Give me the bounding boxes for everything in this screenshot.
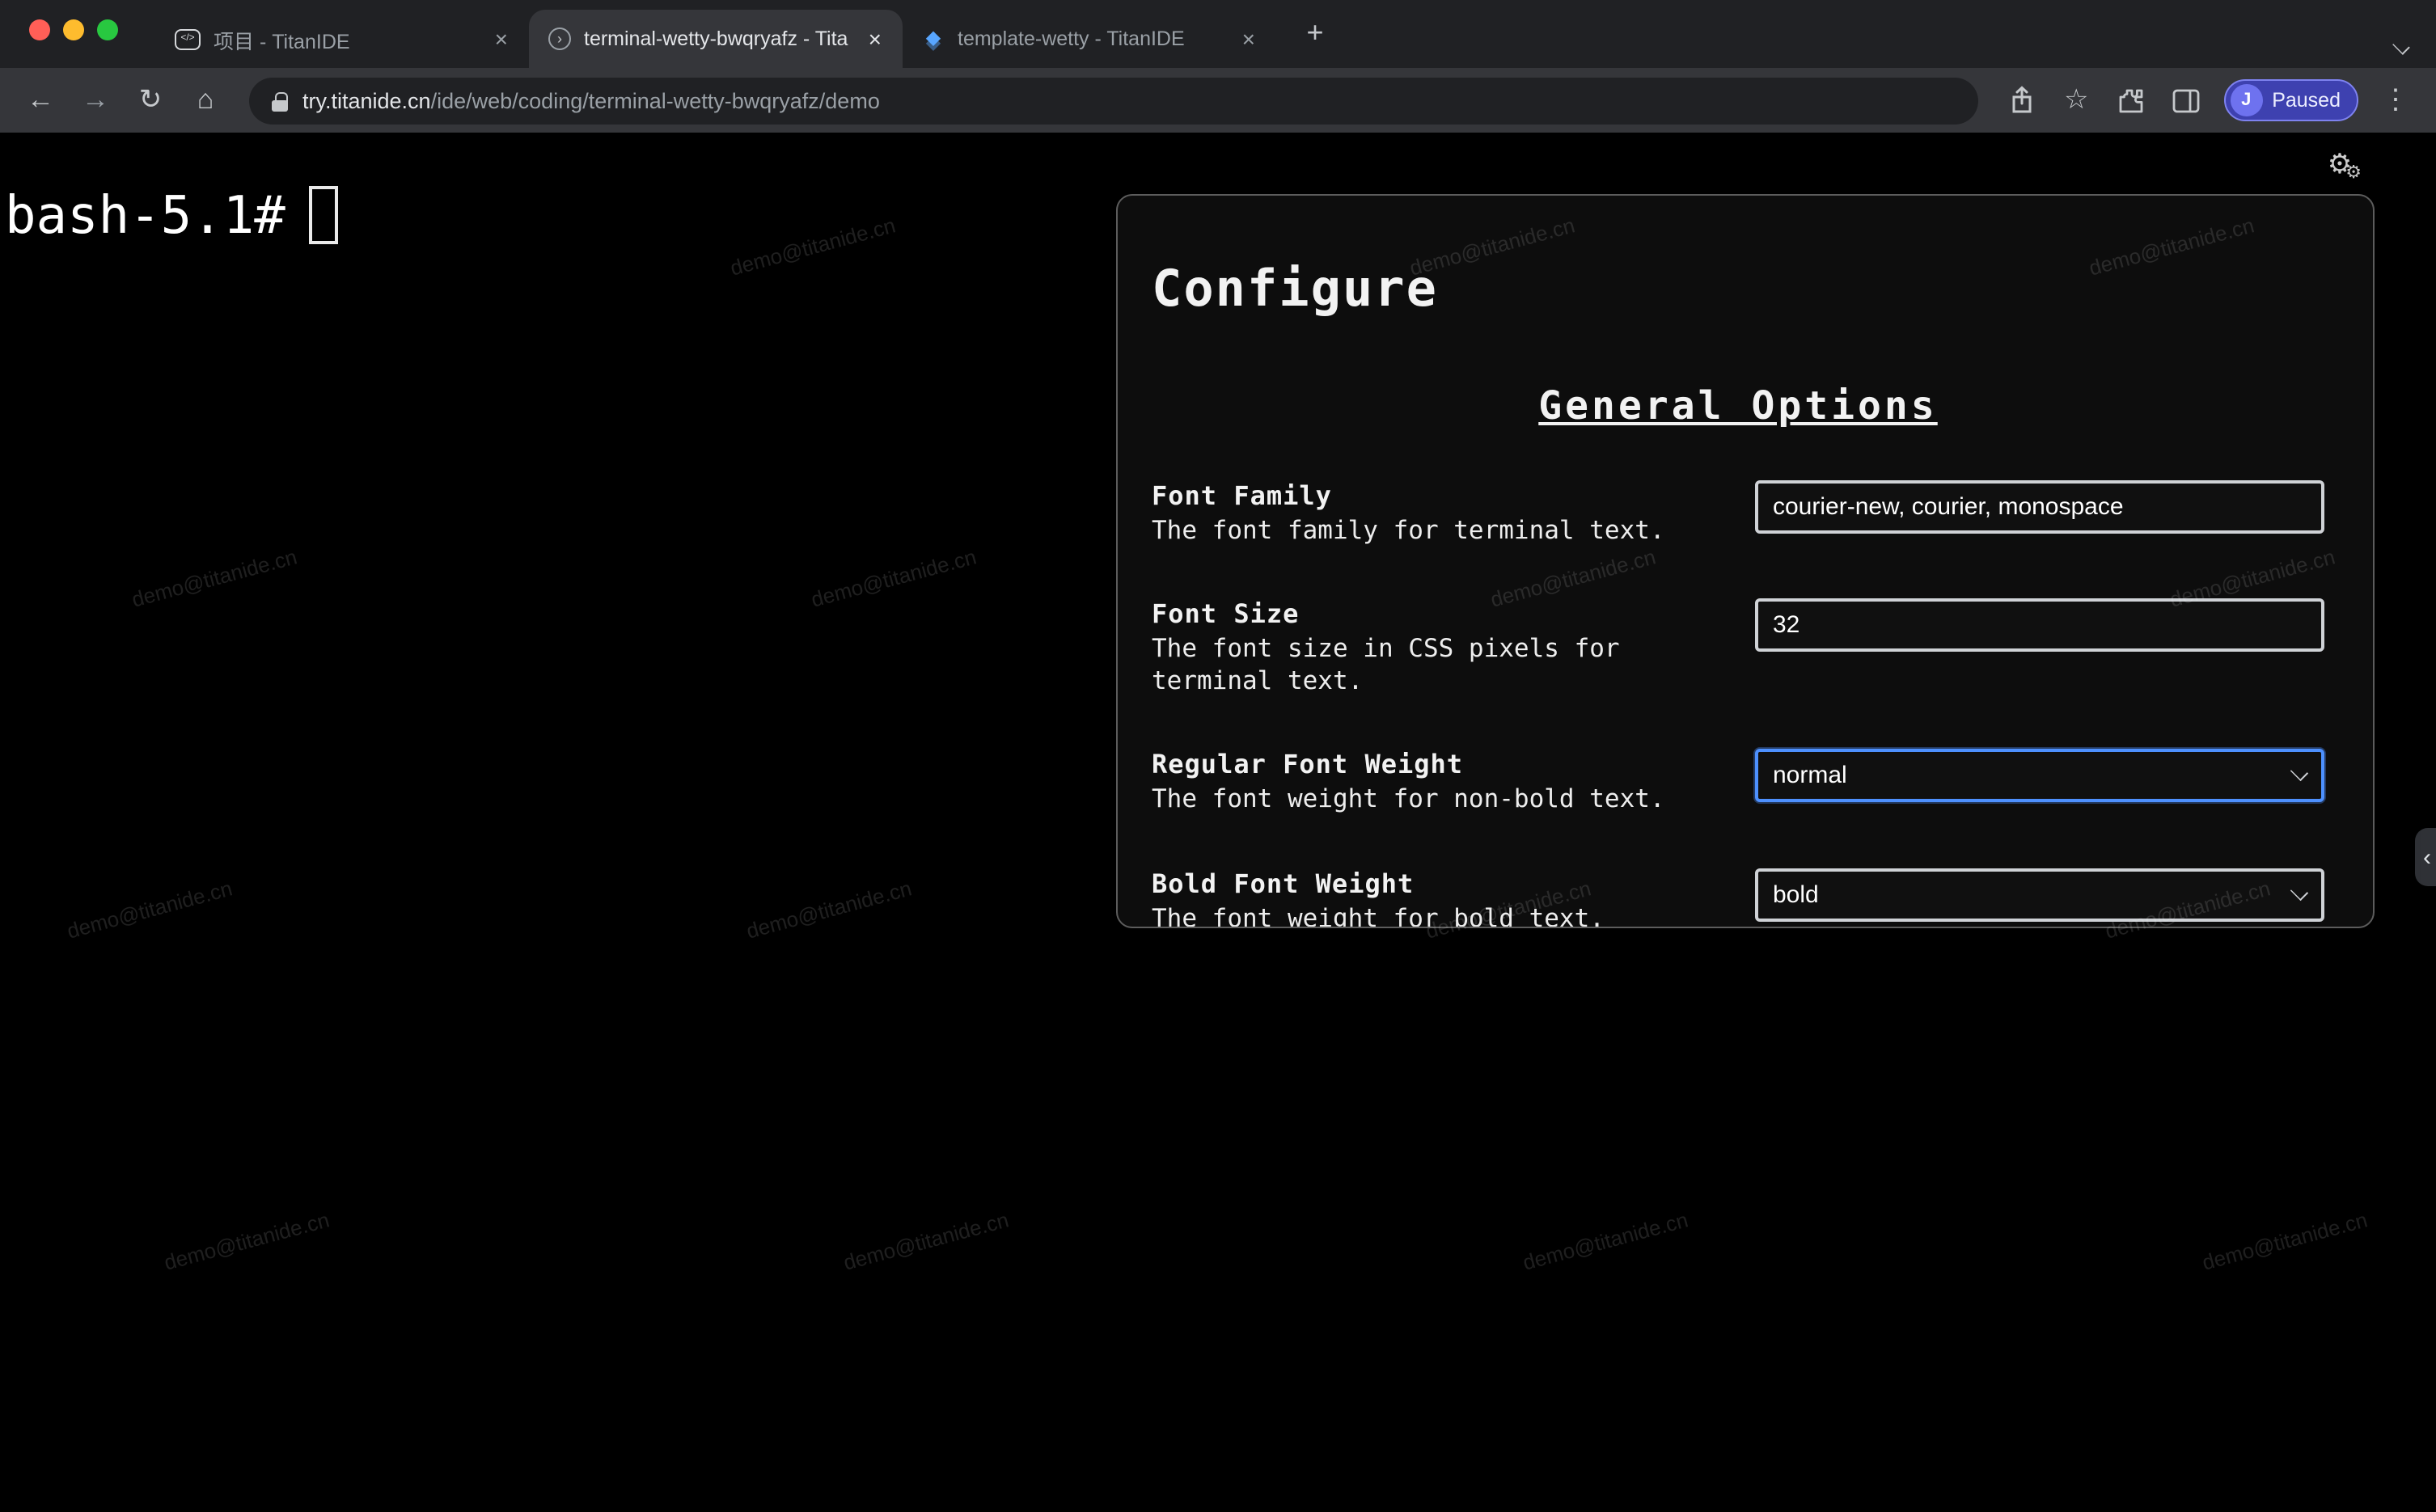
back-button[interactable]: ← xyxy=(16,76,65,125)
code-badge-icon xyxy=(175,28,201,49)
new-tab-button[interactable]: + xyxy=(1292,10,1338,55)
field-label: Font Family xyxy=(1152,480,1332,511)
watermark-text: demo@titanide.cn xyxy=(64,876,235,944)
close-icon[interactable]: × xyxy=(490,26,513,52)
selected-value: normal xyxy=(1773,762,1847,790)
tabs: 项目 - TitanIDE × terminal-wetty-bwqryafz … xyxy=(155,10,1338,68)
toolbar: ← → ↻ ⌂ try.titanide.cn/ide/web/coding/t… xyxy=(0,68,2436,133)
forward-button[interactable]: → xyxy=(71,76,120,125)
configure-panel: Configure General Options Font Family Th… xyxy=(1116,194,2375,928)
close-window-button[interactable] xyxy=(29,19,50,40)
field-control xyxy=(1755,480,2324,534)
lock-icon[interactable] xyxy=(272,91,288,111)
field-description: The font family for terminal text. xyxy=(1152,516,1665,545)
avatar: J xyxy=(2230,84,2263,116)
tab-search-chevron-icon[interactable] xyxy=(2391,39,2413,52)
minimize-window-button[interactable] xyxy=(63,19,84,40)
panel-title: Configure xyxy=(1152,260,1438,319)
settings-gear-icon[interactable]: ⚙⚙ xyxy=(2328,149,2368,183)
zoom-window-button[interactable] xyxy=(97,19,118,40)
watermark-text: demo@titanide.cn xyxy=(727,213,899,281)
selected-value: bold xyxy=(1773,881,1819,908)
side-panel-icon[interactable] xyxy=(2162,76,2210,125)
extensions-puzzle-icon[interactable] xyxy=(2107,76,2155,125)
field-bold-font-weight: Bold Font Weight The font weight for bol… xyxy=(1152,868,2324,928)
terminal-circle-icon xyxy=(548,27,571,50)
browser-window: 项目 - TitanIDE × terminal-wetty-bwqryafz … xyxy=(0,0,2436,1512)
tab-title: 项目 - TitanIDE xyxy=(214,30,350,53)
bookmark-star-icon[interactable]: ☆ xyxy=(2052,76,2100,125)
watermark-text: demo@titanide.cn xyxy=(1520,1207,1691,1275)
terminal-prompt: bash-5.1# xyxy=(5,184,339,246)
prompt-text: bash-5.1# xyxy=(5,184,285,246)
terminal-page: bash-5.1# ⚙⚙ Configure General Options F… xyxy=(0,133,2436,1512)
share-icon[interactable] xyxy=(1997,76,2045,125)
field-description: The font size in CSS pixels for terminal… xyxy=(1152,634,1620,695)
field-font-size: Font Size The font size in CSS pixels fo… xyxy=(1152,598,2324,698)
url-path: /ide/web/coding/terminal-wetty-bwqryafz/… xyxy=(430,88,880,112)
layers-icon xyxy=(922,27,945,50)
bold-font-weight-select[interactable]: bold xyxy=(1755,868,2324,921)
url-host: try.titanide.cn xyxy=(302,88,431,112)
tab-title: terminal-wetty-bwqryafz - Tita xyxy=(584,27,848,50)
field-description: The font weight for bold text. xyxy=(1152,903,1605,928)
watermark-text: demo@titanide.cn xyxy=(808,544,979,612)
font-size-input[interactable] xyxy=(1755,598,2324,653)
watermark-text: demo@titanide.cn xyxy=(840,1207,1012,1275)
tab-project[interactable]: 项目 - TitanIDE × xyxy=(155,10,529,68)
field-label: Bold Font Weight xyxy=(1152,868,1415,898)
traffic-lights xyxy=(29,19,118,40)
fields: Font Family The font family for terminal… xyxy=(1152,480,2324,928)
chevron-down-icon xyxy=(2290,881,2309,901)
field-font-family: Font Family The font family for terminal… xyxy=(1152,480,2324,547)
chevron-down-icon xyxy=(2290,763,2309,782)
section-title: General Options xyxy=(1538,383,1938,429)
sidebar-collapse-handle[interactable] xyxy=(2415,828,2436,886)
profile-paused-badge[interactable]: J Paused xyxy=(2223,79,2358,121)
close-icon[interactable]: × xyxy=(1237,26,1260,52)
field-description: The font weight for non-bold text. xyxy=(1152,784,1665,814)
reload-button[interactable]: ↻ xyxy=(126,76,175,125)
paused-status-label: Paused xyxy=(2272,89,2341,112)
field-label: Regular Font Weight xyxy=(1152,749,1464,780)
field-regular-font-weight: Regular Font Weight The font weight for … xyxy=(1152,749,2324,816)
watermark-text: demo@titanide.cn xyxy=(129,544,300,612)
close-icon[interactable]: × xyxy=(864,26,886,52)
watermark-text: demo@titanide.cn xyxy=(743,876,915,944)
regular-font-weight-select[interactable]: normal xyxy=(1755,749,2324,803)
field-control xyxy=(1755,598,2324,653)
url-text: try.titanide.cn/ide/web/coding/terminal-… xyxy=(302,88,880,112)
terminal-cursor xyxy=(309,186,339,244)
field-label: Font Size xyxy=(1152,598,1300,630)
field-text: Regular Font Weight The font weight for … xyxy=(1152,749,1755,816)
address-bar[interactable]: try.titanide.cn/ide/web/coding/terminal-… xyxy=(249,77,1978,124)
field-text: Bold Font Weight The font weight for bol… xyxy=(1152,868,1755,928)
gear-small-icon: ⚙ xyxy=(2345,162,2362,183)
field-text: Font Family The font family for terminal… xyxy=(1152,480,1755,547)
tab-template-wetty[interactable]: template-wetty - TitanIDE × xyxy=(903,10,1276,68)
browser-menu-icon[interactable]: ⋮ xyxy=(2371,76,2420,125)
watermark-text: demo@titanide.cn xyxy=(2199,1207,2370,1275)
tab-strip: 项目 - TitanIDE × terminal-wetty-bwqryafz … xyxy=(0,0,2436,68)
home-button[interactable]: ⌂ xyxy=(181,76,230,125)
field-control: normal xyxy=(1755,749,2324,803)
field-control: bold xyxy=(1755,868,2324,921)
watermark-text: demo@titanide.cn xyxy=(161,1207,332,1275)
field-text: Font Size The font size in CSS pixels fo… xyxy=(1152,599,1755,698)
font-family-input[interactable] xyxy=(1755,480,2324,534)
tab-terminal-wetty[interactable]: terminal-wetty-bwqryafz - Tita × xyxy=(529,10,903,68)
tab-title: template-wetty - TitanIDE xyxy=(958,27,1185,50)
